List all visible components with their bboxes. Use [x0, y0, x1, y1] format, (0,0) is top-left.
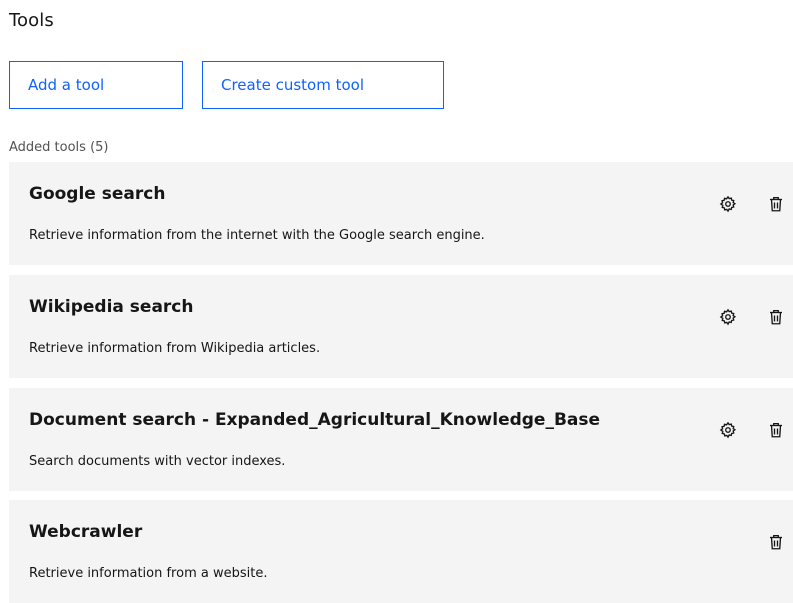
page-title: Tools [9, 10, 54, 31]
trash-icon [770, 534, 782, 550]
trash-icon [770, 422, 782, 438]
tool-card: Wikipedia search Retrieve information fr… [9, 275, 793, 378]
delete-button[interactable] [764, 192, 788, 216]
tool-name: Wikipedia search [29, 297, 194, 317]
trash-icon [770, 196, 782, 212]
tool-description: Retrieve information from Wikipedia arti… [29, 341, 321, 356]
delete-button[interactable] [764, 305, 788, 329]
tool-name: Google search [29, 184, 166, 204]
settings-button[interactable] [716, 305, 740, 329]
settings-button[interactable] [716, 418, 740, 442]
create-custom-tool-button[interactable]: Create custom tool [202, 61, 444, 109]
gear-icon [719, 195, 737, 213]
gear-icon [719, 421, 737, 439]
delete-button[interactable] [764, 418, 788, 442]
tool-description: Retrieve information from the internet w… [29, 228, 485, 243]
gear-icon [719, 308, 737, 326]
tool-card: Document search - Expanded_Agricultural_… [9, 388, 793, 491]
add-tool-button[interactable]: Add a tool [9, 61, 183, 109]
tool-name: Webcrawler [29, 522, 143, 542]
added-tools-label: Added tools (5) [9, 140, 109, 155]
trash-icon [770, 309, 782, 325]
tool-name: Document search - Expanded_Agricultural_… [29, 410, 601, 430]
delete-button[interactable] [764, 530, 788, 554]
tool-card: Google search Retrieve information from … [9, 162, 793, 265]
settings-button[interactable] [716, 192, 740, 216]
tool-description: Retrieve information from a website. [29, 566, 268, 581]
tool-description: Search documents with vector indexes. [29, 454, 286, 469]
